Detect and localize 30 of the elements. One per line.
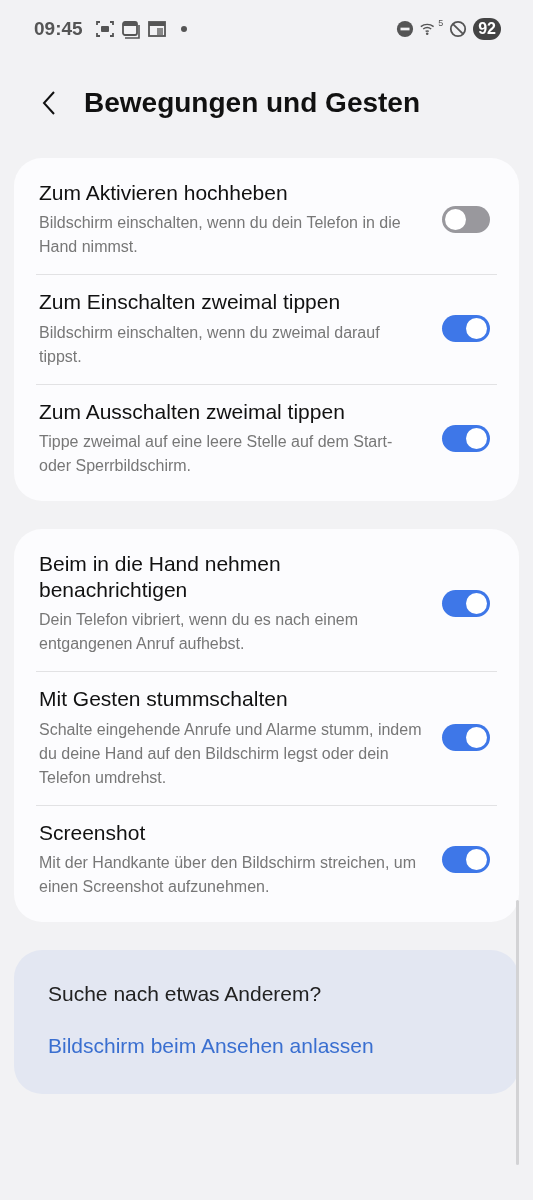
- screenshot-icon: [94, 19, 115, 39]
- toggle-switch[interactable]: [442, 724, 490, 752]
- toggle-switch[interactable]: [442, 845, 490, 873]
- back-icon[interactable]: [42, 90, 56, 116]
- setting-description: Bildschirm einschalten, wenn du zweimal darauf tippst.: [39, 322, 381, 367]
- setting-description: Schalte eingehende Anrufe und Alarme stumm, indem du deine Hand auf den Bildschirm legst oder dein Telefon umdrehst.: [39, 719, 423, 788]
- setting-title[interactable]: Zum Ausschalten zweimal tippen: [39, 398, 424, 425]
- setting-title[interactable]: Zum Aktivieren hochheben: [39, 180, 424, 207]
- setting-description: Mit der Handkante über den Bildschirm streichen, um einen Screenshot aufzunehmen.: [39, 852, 418, 897]
- setting-title[interactable]: Screenshot: [39, 819, 424, 846]
- setting-title[interactable]: Mit Gesten stummschalten: [39, 686, 424, 713]
- setting-description: Bildschirm einschalten, wenn du dein Telefon in die Hand nimmst.: [39, 213, 402, 258]
- setting-title[interactable]: Zum Einschalten zweimal tippen: [39, 289, 424, 316]
- toggle-switch[interactable]: [442, 206, 490, 234]
- toggle-switch[interactable]: [442, 424, 490, 452]
- page-title: Bewegungen und Gesten: [84, 87, 421, 119]
- toggle-switch[interactable]: [442, 590, 490, 617]
- status-time: 09:45: [34, 18, 83, 40]
- setting-description: Tippe zweimal auf eine leere Stelle auf dem Start- oder Sperrbildschirm.: [39, 431, 394, 476]
- notification-dot-icon: [180, 26, 187, 32]
- window-icon: [146, 19, 167, 39]
- suggestion-heading: Suche nach etwas Anderem?: [48, 981, 323, 1006]
- toggle-switch[interactable]: [442, 315, 490, 343]
- battery-indicator: 92: [473, 18, 501, 40]
- do-not-disturb-icon: [396, 20, 415, 38]
- setting-title[interactable]: Beim in die Hand nehmen benachrichtigen: [39, 550, 424, 604]
- blocked-icon: [449, 20, 468, 38]
- setting-description: Dein Telefon vibriert, wenn du es nach einem entgangenen Anruf aufhebst.: [39, 610, 359, 655]
- suggestion-link[interactable]: Bildschirm beim Ansehen anlassen: [48, 1033, 485, 1058]
- network-label: 5: [438, 18, 444, 28]
